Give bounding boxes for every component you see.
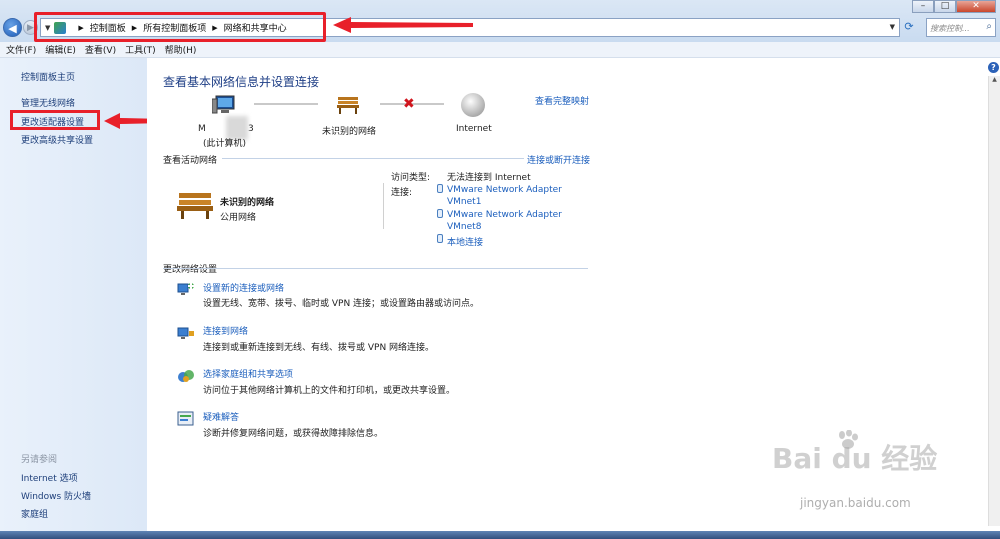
task-connect-network[interactable]: 连接到网络 xyxy=(203,324,248,337)
watermark-brand: Bai du 经验 xyxy=(772,442,938,475)
menu-file[interactable]: 文件(F) xyxy=(6,43,36,56)
scroll-up-icon[interactable]: ▲ xyxy=(989,76,1000,88)
scrollbar[interactable]: ▲ xyxy=(988,76,1000,526)
menu-view[interactable]: 查看(V) xyxy=(85,43,116,56)
adapter-icon xyxy=(437,184,443,193)
task-homegroup-desc: 访问位于其他网络计算机上的文件和打印机，或更改共享设置。 xyxy=(203,386,456,396)
bench-icon[interactable] xyxy=(336,95,360,115)
section-divider xyxy=(163,268,588,269)
address-dropdown-icon[interactable]: ▼ xyxy=(890,23,895,31)
computer-sub-label: (此计算机) xyxy=(203,139,247,149)
menu-help[interactable]: 帮助(H) xyxy=(165,43,197,56)
access-type-value: 无法连接到 Internet xyxy=(447,173,531,183)
internet-globe-icon[interactable] xyxy=(461,93,485,117)
internet-node-label: Internet xyxy=(456,124,492,134)
view-full-map-link[interactable]: 查看完整映射 xyxy=(535,94,589,107)
back-button[interactable]: ◀ xyxy=(3,18,22,37)
sidebar xyxy=(0,58,147,539)
highlight-box-sidebar xyxy=(10,110,100,130)
taskbar xyxy=(0,531,1000,539)
active-networks-label: 查看活动网络 xyxy=(163,156,218,166)
active-network-name: 未识别的网络 xyxy=(220,198,275,208)
adapter-icon xyxy=(437,209,443,218)
connection-link-vmnet1[interactable]: VMware Network Adapter xyxy=(447,185,562,195)
page-title: 查看基本网络信息并设置连接 xyxy=(163,75,320,89)
sidebar-item-home[interactable]: 控制面板主页 xyxy=(21,70,75,83)
computer-label-right: 3 xyxy=(248,124,254,134)
task-troubleshoot-desc: 诊断并修复网络问题，或获得故障排除信息。 xyxy=(203,429,384,439)
menu-tools[interactable]: 工具(T) xyxy=(125,43,156,56)
connect-disconnect-link[interactable]: 连接或断开连接 xyxy=(527,153,590,166)
sidebar-item-firewall[interactable]: Windows 防火墙 xyxy=(21,489,91,502)
new-connection-icon xyxy=(177,283,194,295)
task-setup-connection-desc: 设置无线、宽带、拨号、临时或 VPN 连接；或设置路由器或访问点。 xyxy=(203,299,480,309)
connection-line xyxy=(254,103,318,105)
computer-label-left: M xyxy=(198,124,206,134)
search-placeholder: 搜索控制... xyxy=(930,24,970,33)
refresh-icon[interactable]: ⟳ xyxy=(902,20,916,35)
sidebar-item-advanced-sharing[interactable]: 更改高级共享设置 xyxy=(21,133,93,146)
task-setup-connection[interactable]: 设置新的连接或网络 xyxy=(203,281,284,294)
homegroup-icon xyxy=(178,370,194,382)
connections-label: 连接: xyxy=(391,188,413,198)
no-connection-icon: ✖ xyxy=(403,96,415,112)
access-type-label: 访问类型: xyxy=(391,173,431,183)
connection-link-local[interactable]: 本地连接 xyxy=(447,235,483,248)
troubleshoot-icon xyxy=(177,411,194,426)
menu-bar: 文件(F) 编辑(E) 查看(V) 工具(T) 帮助(H) xyxy=(0,42,1000,58)
network-node-label: 未识别的网络 xyxy=(322,127,377,137)
adapter-icon xyxy=(437,234,443,243)
active-network-type[interactable]: 公用网络 xyxy=(220,210,256,223)
task-connect-network-desc: 连接到或重新连接到无线、有线、拨号或 VPN 网络连接。 xyxy=(203,343,435,353)
connection-link-vmnet8[interactable]: VMware Network Adapter xyxy=(447,210,562,220)
connection-link-vmnet8-name[interactable]: VMnet8 xyxy=(447,222,481,232)
watermark-url: jingyan.baidu.com xyxy=(800,496,911,510)
menu-edit[interactable]: 编辑(E) xyxy=(45,43,76,56)
close-button[interactable]: ✕ xyxy=(956,0,996,13)
network-bench-icon xyxy=(177,193,213,219)
sidebar-item-homegroup[interactable]: 家庭组 xyxy=(21,507,48,520)
red-arrow-address xyxy=(333,17,473,33)
help-icon[interactable]: ? xyxy=(988,62,999,73)
task-troubleshoot[interactable]: 疑难解答 xyxy=(203,410,239,423)
highlight-box-address xyxy=(34,12,326,42)
connection-link-vmnet1-name[interactable]: VMnet1 xyxy=(447,197,481,207)
maximize-button[interactable]: □ xyxy=(934,0,956,13)
vertical-divider xyxy=(383,183,384,229)
section-divider xyxy=(222,158,524,159)
sidebar-item-internet-options[interactable]: Internet 选项 xyxy=(21,471,78,484)
connect-network-icon xyxy=(177,327,194,339)
see-also-heading: 另请参阅 xyxy=(21,455,58,465)
search-input[interactable]: 搜索控制... ⌕ xyxy=(926,18,996,37)
search-icon[interactable]: ⌕ xyxy=(986,21,992,32)
minimize-button[interactable]: – xyxy=(912,0,934,13)
computer-icon[interactable] xyxy=(212,95,236,115)
task-homegroup[interactable]: 选择家庭组和共享选项 xyxy=(203,367,293,380)
window-controls: – □ ✕ xyxy=(912,0,996,13)
sidebar-item-manage-wireless[interactable]: 管理无线网络 xyxy=(21,96,75,109)
